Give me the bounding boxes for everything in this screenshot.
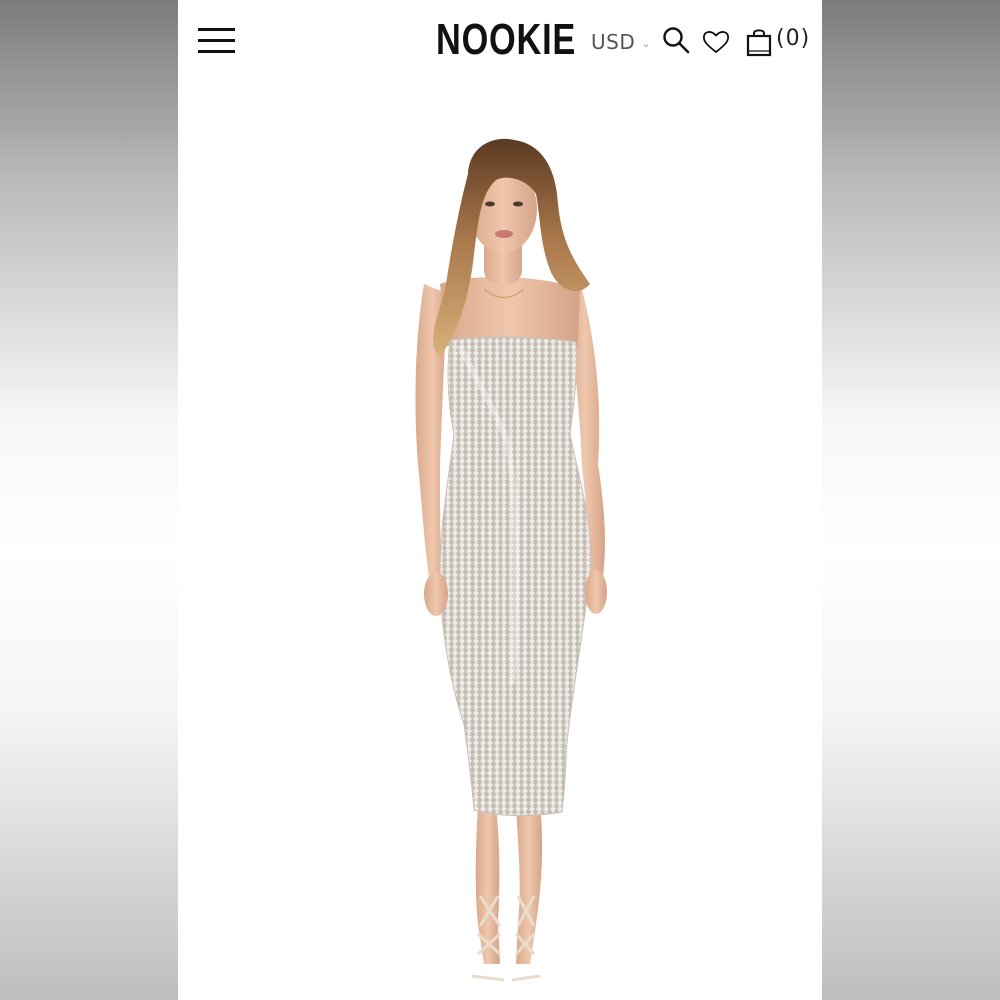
shopping-bag-icon[interactable] bbox=[745, 26, 773, 58]
currency-label: USD bbox=[591, 30, 636, 54]
model-illustration bbox=[415, 138, 607, 982]
menu-line bbox=[198, 28, 235, 31]
eye bbox=[485, 201, 495, 207]
chevron-down-icon: ⌄ bbox=[641, 37, 651, 50]
search-icon[interactable] bbox=[662, 26, 692, 56]
heart-icon[interactable] bbox=[701, 28, 731, 56]
eye bbox=[513, 201, 523, 207]
product-image[interactable] bbox=[178, 84, 822, 1000]
menu-line bbox=[198, 50, 235, 53]
brand-logo[interactable]: NOOKIE bbox=[436, 14, 576, 66]
menu-button[interactable] bbox=[198, 26, 236, 56]
mobile-viewport: NOOKIE USD ⌄ (0) bbox=[178, 0, 822, 1000]
menu-line bbox=[198, 39, 235, 42]
site-header: NOOKIE USD ⌄ (0) bbox=[178, 0, 822, 84]
left-hand bbox=[424, 572, 448, 616]
lips bbox=[495, 230, 513, 238]
phone-screenshot-frame: NOOKIE USD ⌄ (0) bbox=[0, 0, 1000, 1000]
left-leg bbox=[475, 804, 500, 964]
right-hand bbox=[585, 570, 607, 614]
currency-selector[interactable]: USD ⌄ bbox=[591, 30, 651, 54]
cart-count[interactable]: (0) bbox=[776, 26, 810, 51]
